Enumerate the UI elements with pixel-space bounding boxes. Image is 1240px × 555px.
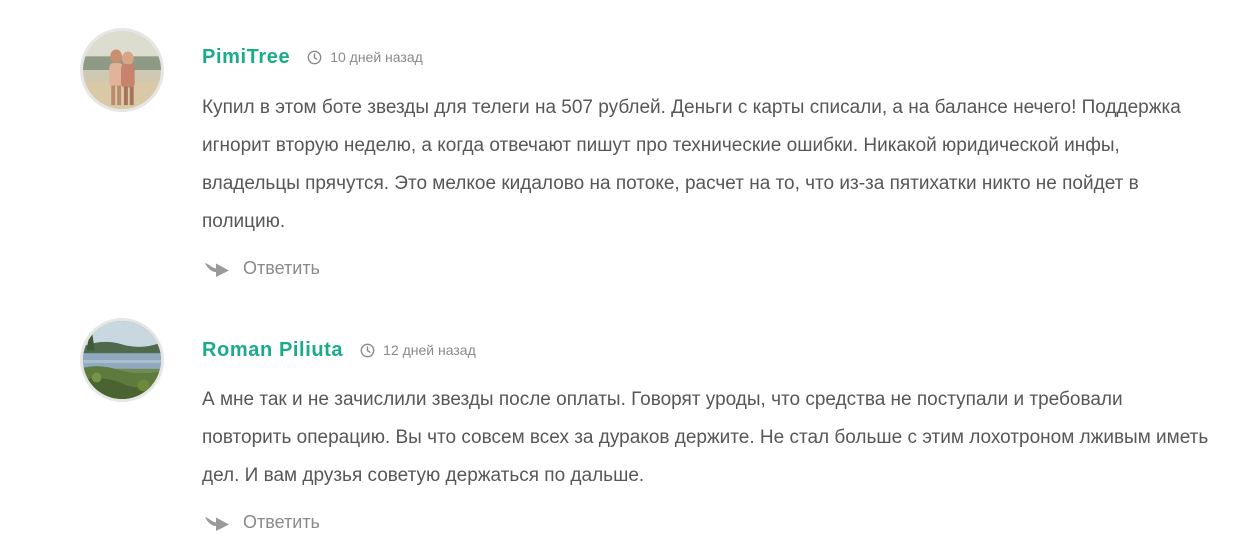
- reply-label: Ответить: [243, 257, 320, 278]
- comment: Roman Piliuta 12 дней назад А мне так и …: [0, 300, 1240, 555]
- reply-arrow-icon: [203, 258, 231, 278]
- avatar: [80, 28, 164, 112]
- comment-meta: PimiTree 10 дней назад: [202, 42, 423, 72]
- reply-link[interactable]: Ответить: [203, 509, 320, 535]
- comment-author[interactable]: PimiTree: [202, 46, 290, 69]
- comment-author[interactable]: Roman Piliuta: [202, 339, 343, 362]
- comment-time[interactable]: 10 дней назад: [330, 49, 423, 65]
- comment-text: А мне так и не зачислили звезды после оп…: [202, 389, 1209, 486]
- comment-meta: Roman Piliuta 12 дней назад: [202, 335, 476, 365]
- comment-text: Купил в этом боте звезды для телеги на 5…: [202, 97, 1181, 232]
- user-photo-icon: [83, 31, 161, 109]
- comment: PimiTree 10 дней назад Купил в этом боте…: [0, 0, 1240, 300]
- reply-label: Ответить: [243, 511, 320, 532]
- comment-time[interactable]: 12 дней назад: [383, 342, 476, 358]
- clock-icon: [307, 50, 322, 65]
- avatar: [80, 318, 164, 402]
- user-photo-icon: [83, 321, 161, 399]
- reply-link[interactable]: Ответить: [203, 255, 320, 281]
- reply-arrow-icon: [203, 512, 231, 532]
- clock-icon: [360, 343, 375, 358]
